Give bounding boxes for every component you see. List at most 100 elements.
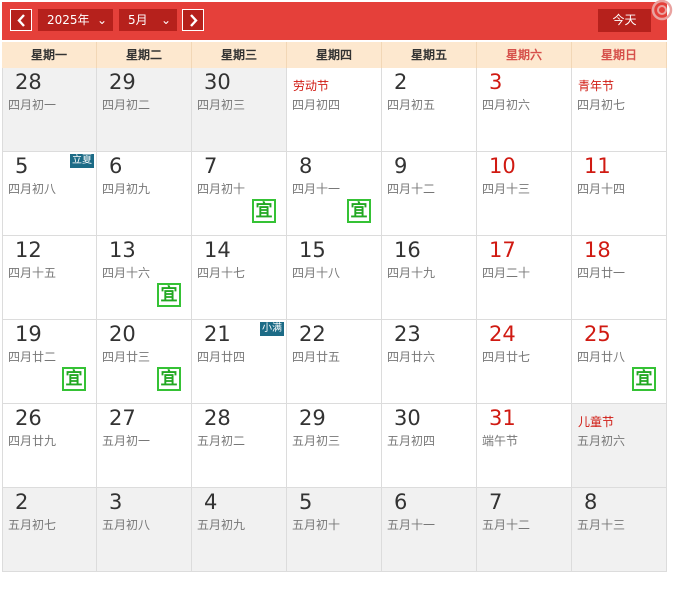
weekday-label: 星期一 <box>2 42 97 68</box>
lunar-date: 四月二十 <box>482 266 531 280</box>
next-month-button[interactable] <box>182 9 204 31</box>
day-number: 23 <box>394 322 421 346</box>
day-cell[interactable]: 8 五月十三 <box>572 488 667 572</box>
day-cell[interactable]: 15 四月十八 <box>287 236 382 320</box>
day-number: 12 <box>15 238 42 262</box>
today-button[interactable]: 今天 <box>598 9 651 32</box>
day-cell[interactable]: 25 四月廿八宜 <box>572 320 667 404</box>
day-number: 28 <box>204 406 231 430</box>
day-cell[interactable]: 20 四月廿三宜 <box>97 320 192 404</box>
day-cell[interactable]: 27 五月初一 <box>97 404 192 488</box>
lunar-date: 五月初七 <box>8 518 57 532</box>
day-cell[interactable]: 劳动节 四月初四 <box>287 68 382 152</box>
day-cell[interactable]: 23 四月廿六 <box>382 320 477 404</box>
year-select[interactable]: 2025年 ⌄ <box>38 9 113 31</box>
day-cell[interactable]: 2 四月初五 <box>382 68 477 152</box>
lunar-date: 四月十一 <box>292 182 341 196</box>
day-number: 5 <box>299 490 313 514</box>
day-number: 22 <box>299 322 326 346</box>
chevron-down-icon: ⌄ <box>160 13 171 27</box>
solar-term-badge: 小满 <box>260 322 284 336</box>
day-cell[interactable]: 5 四月初八 立夏 <box>2 152 97 236</box>
weekday-label: 星期六 <box>477 42 572 68</box>
day-cell[interactable]: 6 四月初九 <box>97 152 192 236</box>
day-number: 8 <box>299 154 313 178</box>
weekday-label: 星期二 <box>97 42 192 68</box>
auspicious-badge: 宜 <box>632 367 656 391</box>
day-cell[interactable]: 8 四月十一宜 <box>287 152 382 236</box>
day-cell[interactable]: 11 四月十四 <box>572 152 667 236</box>
day-cell[interactable]: 7 四月初十宜 <box>192 152 287 236</box>
day-cell[interactable]: 29 四月初二 <box>97 68 192 152</box>
weekday-label: 星期日 <box>572 42 667 68</box>
day-cell[interactable]: 9 四月十二 <box>382 152 477 236</box>
lunar-date: 五月初八 <box>102 518 151 532</box>
day-cell[interactable]: 青年节 四月初七 <box>572 68 667 152</box>
festival-label: 劳动节 <box>293 79 330 93</box>
lunar-date: 四月十二 <box>387 182 436 196</box>
day-cell[interactable]: 30 五月初四 <box>382 404 477 488</box>
lunar-date: 四月廿九 <box>8 434 57 448</box>
prev-month-button[interactable] <box>10 9 32 31</box>
day-number: 20 <box>109 322 136 346</box>
lunar-date: 四月十四 <box>577 182 626 196</box>
lunar-date: 五月十二 <box>482 518 531 532</box>
day-cell[interactable]: 31 端午节 <box>477 404 572 488</box>
lunar-date: 五月十一 <box>387 518 436 532</box>
day-cell[interactable]: 6 五月十一 <box>382 488 477 572</box>
auspicious-badge: 宜 <box>157 283 181 307</box>
day-cell[interactable]: 4 五月初九 <box>192 488 287 572</box>
lunar-date: 四月廿四 <box>197 350 246 364</box>
lunar-date: 五月初九 <box>197 518 246 532</box>
lunar-date: 端午节 <box>482 434 519 448</box>
lunar-date: 五月初四 <box>387 434 436 448</box>
day-cell[interactable]: 14 四月十七 <box>192 236 287 320</box>
day-cell[interactable]: 2 五月初七 <box>2 488 97 572</box>
day-cell[interactable]: 3 四月初六 <box>477 68 572 152</box>
day-cell[interactable]: 19 四月廿二宜 <box>2 320 97 404</box>
day-cell[interactable]: 21 四月廿四 小满 <box>192 320 287 404</box>
lunar-date: 四月十九 <box>387 266 436 280</box>
day-cell[interactable]: 18 四月廿一 <box>572 236 667 320</box>
day-number: 6 <box>109 154 123 178</box>
day-cell[interactable]: 13 四月十六宜 <box>97 236 192 320</box>
chevron-right-icon <box>190 14 198 27</box>
lunar-date: 四月初九 <box>102 182 151 196</box>
day-cell[interactable]: 29 五月初三 <box>287 404 382 488</box>
day-cell[interactable]: 28 四月初一 <box>2 68 97 152</box>
lunar-date: 四月初十 <box>197 182 246 196</box>
day-cell[interactable]: 26 四月廿九 <box>2 404 97 488</box>
lunar-date: 四月廿七 <box>482 350 531 364</box>
day-cell[interactable]: 12 四月十五 <box>2 236 97 320</box>
day-number: 31 <box>489 406 516 430</box>
day-cell[interactable]: 10 四月十三 <box>477 152 572 236</box>
month-select[interactable]: 5月 ⌄ <box>119 9 177 31</box>
day-number: 7 <box>204 154 218 178</box>
day-number: 10 <box>489 154 516 178</box>
lunar-date: 四月初五 <box>387 98 436 112</box>
day-cell[interactable]: 28 五月初二 <box>192 404 287 488</box>
day-cell[interactable]: 儿童节 五月初六 <box>572 404 667 488</box>
auspicious-badge: 宜 <box>157 367 181 391</box>
day-cell[interactable]: 24 四月廿七 <box>477 320 572 404</box>
lunar-date: 四月初七 <box>577 98 626 112</box>
day-cell[interactable]: 30 四月初三 <box>192 68 287 152</box>
day-cell[interactable]: 22 四月廿五 <box>287 320 382 404</box>
refresh-icon[interactable] <box>650 0 674 22</box>
lunar-date: 五月初一 <box>102 434 151 448</box>
auspicious-badge: 宜 <box>62 367 86 391</box>
day-number: 29 <box>299 406 326 430</box>
day-cell[interactable]: 7 五月十二 <box>477 488 572 572</box>
lunar-date: 五月初三 <box>292 434 341 448</box>
day-cell[interactable]: 16 四月十九 <box>382 236 477 320</box>
day-cell[interactable]: 5 五月初十 <box>287 488 382 572</box>
chevron-down-icon: ⌄ <box>96 13 107 27</box>
day-number: 8 <box>584 490 598 514</box>
day-number: 6 <box>394 490 408 514</box>
solar-term-badge: 立夏 <box>70 154 94 168</box>
lunar-date: 四月廿三 <box>102 350 151 364</box>
day-cell[interactable]: 17 四月二十 <box>477 236 572 320</box>
day-number: 3 <box>489 70 503 94</box>
day-number: 4 <box>204 490 218 514</box>
day-cell[interactable]: 3 五月初八 <box>97 488 192 572</box>
